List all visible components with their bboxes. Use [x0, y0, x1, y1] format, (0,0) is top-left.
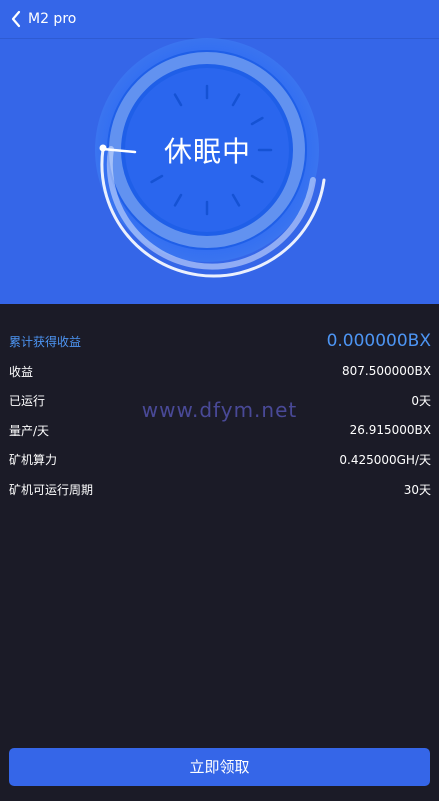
- info-row-hashrate: 矿机算力 0.425000GH/天: [9, 448, 431, 470]
- chevron-left-icon: [10, 9, 22, 29]
- info-row-daily-output: 量产/天 26.915000BX: [9, 419, 431, 441]
- mining-status-dial: 休眠中: [95, 38, 340, 283]
- info-row-cycle: 矿机可运行周期 30天: [9, 478, 431, 500]
- info-row-runtime: 已运行 0天: [9, 389, 431, 411]
- runtime-label: 已运行: [9, 393, 46, 408]
- cycle-value: 30天: [403, 482, 431, 497]
- daily-output-value: 26.915000BX: [349, 423, 431, 437]
- total-earnings-label: 累计获得收益: [9, 334, 82, 349]
- back-button[interactable]: [10, 6, 22, 32]
- total-earnings-value: 0.000000BX: [326, 331, 431, 351]
- daily-output-label: 量产/天: [9, 423, 50, 438]
- mining-status-text: 休眠中: [163, 135, 251, 168]
- runtime-value: 0天: [411, 393, 431, 408]
- miner-detail-page: M2 pro 休眠中 累计获得收益 0.000000BX 收益 807.5000…: [0, 0, 439, 801]
- status-header: M2 pro 休眠中: [0, 0, 439, 304]
- info-row-earnings: 收益 807.500000BX: [9, 360, 431, 382]
- total-earnings-row: 累计获得收益 0.000000BX: [9, 330, 431, 352]
- hashrate-value: 0.425000GH/天: [339, 452, 431, 467]
- earnings-label: 收益: [9, 364, 34, 379]
- hashrate-label: 矿机算力: [9, 452, 58, 467]
- claim-button[interactable]: 立即领取: [9, 748, 430, 786]
- cycle-label: 矿机可运行周期: [9, 482, 94, 497]
- top-bar: M2 pro: [0, 0, 439, 39]
- earnings-value: 807.500000BX: [342, 364, 431, 378]
- page-title: M2 pro: [28, 11, 77, 27]
